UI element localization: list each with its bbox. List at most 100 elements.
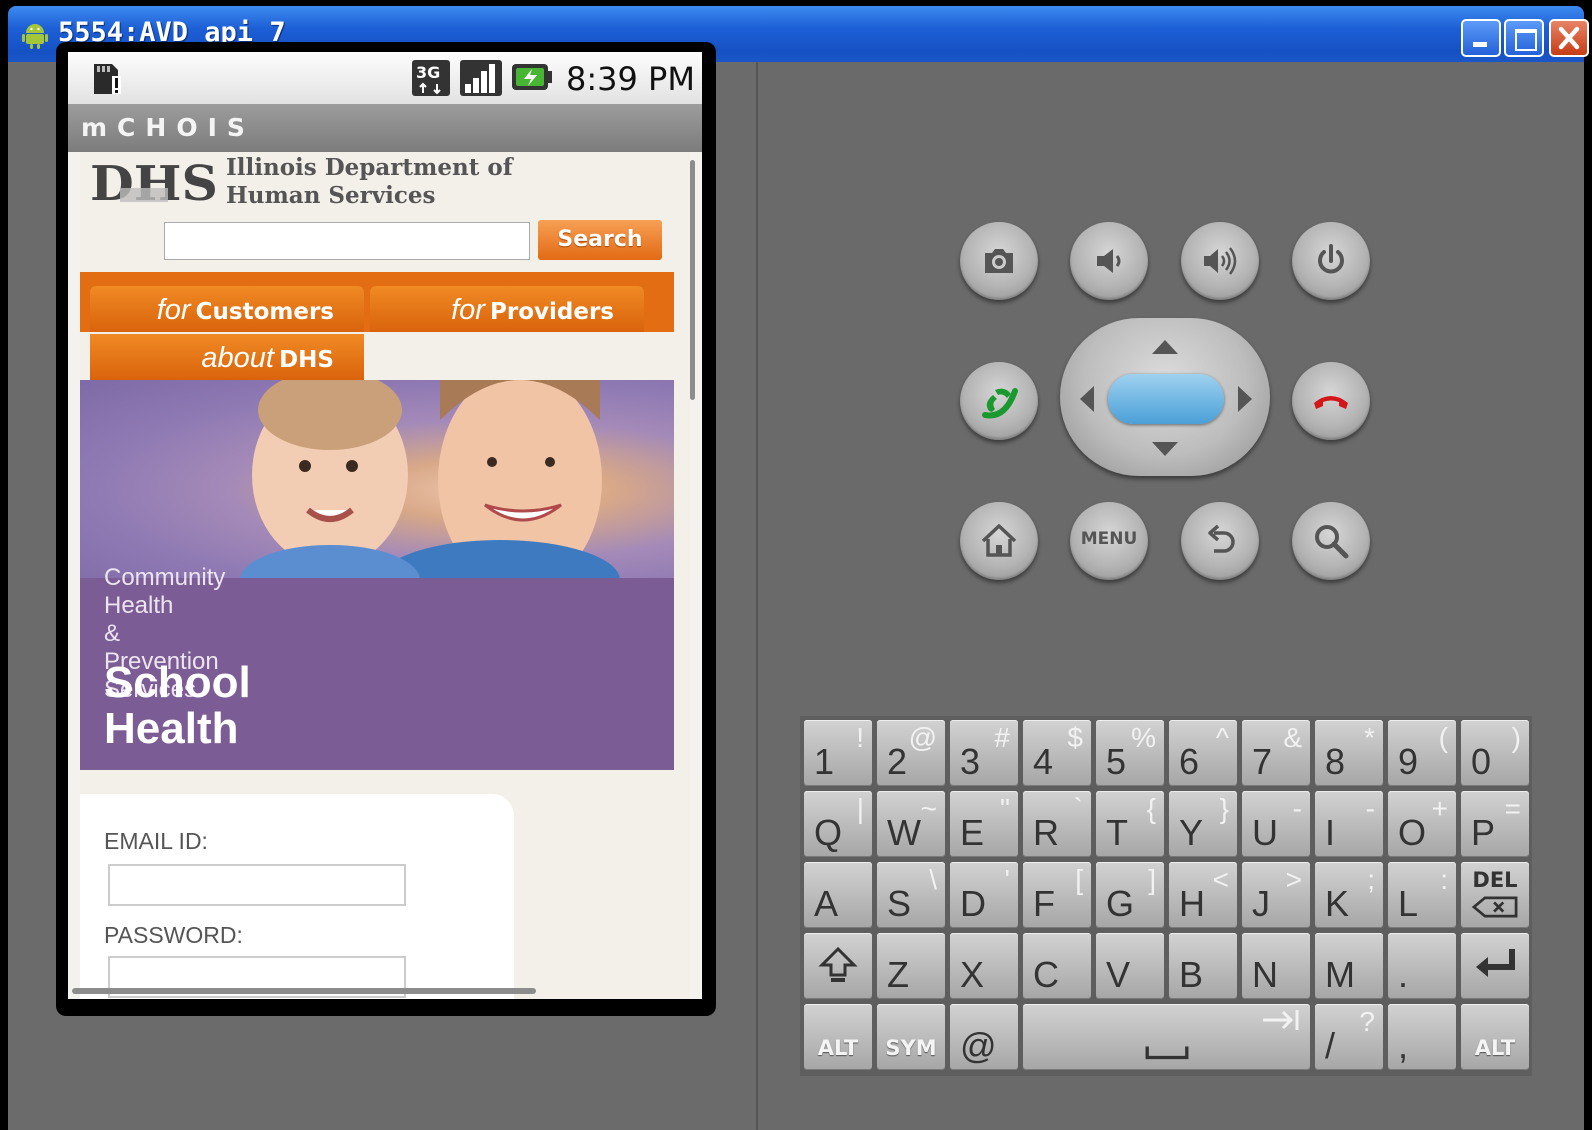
menu-button[interactable]: MENU (1070, 502, 1148, 580)
camera-button[interactable] (960, 222, 1038, 300)
key-r[interactable]: R ` (1023, 791, 1091, 857)
search-button[interactable]: Search (538, 220, 662, 260)
key-space[interactable] (1023, 1004, 1310, 1070)
key-k[interactable]: K; (1315, 862, 1383, 928)
key-m[interactable]: M (1315, 933, 1383, 999)
search-hardware-button[interactable] (1292, 502, 1370, 580)
volume-up-button[interactable] (1181, 222, 1259, 300)
minimize-button[interactable] (1461, 19, 1501, 57)
key-alt-label: * (1364, 722, 1375, 753)
tab-for-customers[interactable]: for Customers (90, 286, 364, 332)
back-button[interactable] (1181, 502, 1259, 580)
key-z[interactable]: Z (877, 933, 945, 999)
volume-down-button[interactable] (1070, 222, 1148, 300)
key-2[interactable]: 2 @ (877, 720, 945, 786)
key-8[interactable]: 8 * (1315, 720, 1383, 786)
close-button[interactable] (1549, 19, 1589, 57)
key-main-label: S (887, 883, 912, 924)
key-a[interactable]: A (804, 862, 872, 928)
dpad-left-icon[interactable] (1080, 386, 1094, 412)
key-slash[interactable]: /? (1315, 1004, 1383, 1070)
key-alt-left[interactable]: ALT (804, 1004, 872, 1070)
key-s[interactable]: S \ (877, 862, 945, 928)
key-main-label: 9 (1398, 741, 1419, 782)
key-y[interactable]: Y} (1169, 791, 1237, 857)
dpad-up-icon[interactable] (1152, 340, 1178, 354)
key-w[interactable]: W ~ (877, 791, 945, 857)
menu-button-label: MENU (1080, 529, 1138, 549)
dpad-right-icon[interactable] (1238, 386, 1252, 412)
key-e[interactable]: E " (950, 791, 1018, 857)
key-t[interactable]: T{ (1096, 791, 1164, 857)
key-6[interactable]: 6 ^ (1169, 720, 1237, 786)
key-main-label: , (1398, 1025, 1409, 1066)
tab-for-providers[interactable]: for Providers (370, 286, 644, 332)
webview[interactable]: DHS Illinois Department of Human Service… (80, 152, 690, 999)
dpad-down-icon[interactable] (1152, 442, 1178, 456)
3g-icon: 3G (412, 60, 450, 96)
search-input[interactable] (164, 222, 530, 260)
key-at[interactable]: @ (950, 1004, 1018, 1070)
space-icon (1145, 1046, 1189, 1060)
key-main-label: 0 (1471, 741, 1492, 782)
key-c[interactable]: C (1023, 933, 1091, 999)
key-5[interactable]: 5% (1096, 720, 1164, 786)
email-field[interactable] (108, 864, 406, 906)
dpad-center-button[interactable] (1108, 374, 1224, 424)
key-f[interactable]: F[ (1023, 862, 1091, 928)
maximize-button[interactable] (1504, 19, 1544, 57)
key-1[interactable]: 1! (804, 720, 872, 786)
key-alt-label: } (1219, 793, 1229, 824)
key-9[interactable]: 9( (1388, 720, 1456, 786)
key-main-label: 2 (887, 741, 908, 782)
key-comma[interactable]: , (1388, 1004, 1456, 1070)
key-sym[interactable]: SYM (877, 1004, 945, 1070)
key-0[interactable]: 0) (1461, 720, 1529, 786)
power-icon (1318, 244, 1344, 274)
call-button[interactable] (960, 362, 1038, 440)
key-7[interactable]: 7 & (1242, 720, 1310, 786)
phone-screen: 3G 8:39 PM mCHOIS DHS Illinois Departmen… (68, 52, 702, 999)
key-o[interactable]: O + (1388, 791, 1456, 857)
key-period[interactable]: . (1388, 933, 1456, 999)
key-h[interactable]: H < (1169, 862, 1237, 928)
key-v[interactable]: V (1096, 933, 1164, 999)
key-j[interactable]: J > (1242, 862, 1310, 928)
dhs-logo: DHS (90, 158, 218, 204)
tab-prefix: for (451, 294, 485, 326)
horizontal-scrollbar[interactable] (72, 988, 536, 994)
tab-label: Customers (195, 299, 334, 325)
email-label: EMAIL ID: (104, 828, 208, 854)
signal-strength-icon (460, 60, 502, 96)
key-alt-label: $ (1067, 722, 1083, 753)
battery-charging-icon (512, 64, 552, 90)
tab-icon (1263, 1010, 1299, 1030)
key-q[interactable]: Q | (804, 791, 872, 857)
key-main-label: / (1325, 1025, 1336, 1066)
key-alt-label: = (1504, 793, 1521, 824)
vertical-scrollbar[interactable] (690, 160, 695, 400)
key-enter[interactable] (1461, 933, 1529, 999)
key-main-label: I (1325, 812, 1336, 853)
key-i[interactable]: I- (1315, 791, 1383, 857)
key-u[interactable]: U- (1242, 791, 1310, 857)
home-button[interactable] (960, 502, 1038, 580)
tab-about-dhs[interactable]: about DHS (90, 334, 364, 380)
power-button[interactable] (1292, 222, 1370, 300)
key-4[interactable]: 4 $ (1023, 720, 1091, 786)
key-alt-right[interactable]: ALT (1461, 1004, 1529, 1070)
key-g[interactable]: G] (1096, 862, 1164, 928)
key-3[interactable]: 3 # (950, 720, 1018, 786)
key-alt-label: & (1283, 722, 1302, 753)
key-x[interactable]: X (950, 933, 1018, 999)
key-p[interactable]: P = (1461, 791, 1529, 857)
key-n[interactable]: N (1242, 933, 1310, 999)
key-shift[interactable] (804, 933, 872, 999)
key-delete[interactable]: DEL (1461, 862, 1529, 928)
key-d[interactable]: D ' (950, 862, 1018, 928)
end-call-button[interactable] (1292, 362, 1370, 440)
key-b[interactable]: B (1169, 933, 1237, 999)
tab-prefix: about (201, 342, 274, 374)
key-l[interactable]: L: (1388, 862, 1456, 928)
key-alt-label: \ (929, 864, 937, 895)
